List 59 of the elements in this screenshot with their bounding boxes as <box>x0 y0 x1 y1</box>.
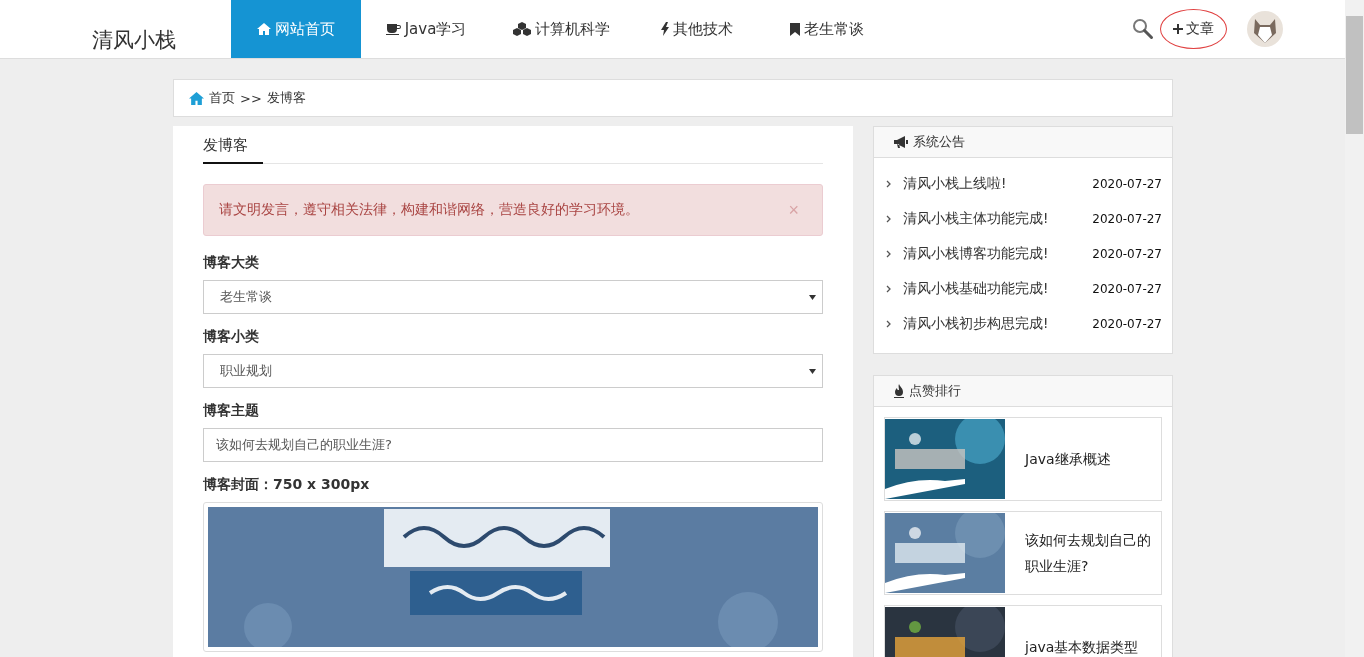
site-logo[interactable]: 清风小栈 <box>0 0 231 58</box>
search-icon[interactable] <box>1132 18 1154 40</box>
field-label: 博客小类 <box>203 328 260 346</box>
chevron-icon <box>886 214 891 223</box>
notice-date: 2020-07-27 <box>1092 246 1162 261</box>
ranking-item[interactable]: java基本数据类型 <box>884 605 1162 657</box>
notice-item[interactable]: 清风小栈上线啦! 2020-07-27 <box>886 166 1162 201</box>
card-title: 点赞排行 <box>909 382 961 400</box>
breadcrumb-link[interactable]: 首页 <box>209 89 235 107</box>
notice-item[interactable]: 清风小栈基础功能完成! 2020-07-27 <box>886 271 1162 306</box>
nav-tab[interactable]: 计算机科学 <box>491 0 632 58</box>
alert-text: 请文明发言，遵守相关法律，构建和谐网络，营造良好的学习环境。 <box>219 201 639 219</box>
chevron-icon <box>886 319 891 328</box>
caret-icon <box>809 294 816 300</box>
cubes-icon <box>513 22 531 36</box>
article-title: 该如何去规划自己的职业生涯? <box>1025 531 1152 576</box>
home-icon <box>257 23 271 35</box>
bookmark-icon <box>790 22 800 36</box>
notice-item[interactable]: 清风小栈博客功能完成! 2020-07-27 <box>886 236 1162 271</box>
notice-title: 清风小栈上线啦! <box>903 174 1008 193</box>
breadcrumb-separator: >> <box>240 90 262 106</box>
notice-item[interactable]: 清风小栈主体功能完成! 2020-07-27 <box>886 201 1162 236</box>
form-tab[interactable]: 发博客 <box>203 134 263 164</box>
article-title: Java继承概述 <box>1025 450 1112 469</box>
field-label: 博客主题 <box>203 402 260 420</box>
notice-title: 清风小栈基础功能完成! <box>903 279 1050 298</box>
chevron-icon <box>886 179 891 188</box>
cup-icon <box>385 23 401 35</box>
nav-tab[interactable]: 其他技术 <box>632 0 762 58</box>
plus-icon <box>1173 24 1183 34</box>
field-label: 博客大类 <box>203 254 260 272</box>
notice-item[interactable]: 清风小栈初步构思完成! 2020-07-27 <box>886 306 1162 341</box>
avatar[interactable] <box>1247 11 1283 47</box>
chevron-icon <box>886 249 891 258</box>
notice-date: 2020-07-27 <box>1092 316 1162 331</box>
caret-icon <box>809 368 816 374</box>
notice-title: 清风小栈博客功能完成! <box>903 244 1050 263</box>
notice-date: 2020-07-27 <box>1092 281 1162 296</box>
field-label: 博客封面：750 x 300px <box>203 476 371 494</box>
megaphone-icon <box>894 136 908 148</box>
input-field[interactable]: 该如何去规划自己的职业生涯? <box>203 428 823 462</box>
card-title: 系统公告 <box>913 133 965 151</box>
ranking-item[interactable]: Java继承概述 <box>884 417 1162 501</box>
bolt-icon <box>661 22 669 36</box>
home-icon <box>189 91 204 105</box>
notice-date: 2020-07-27 <box>1092 211 1162 226</box>
article-title: java基本数据类型 <box>1025 638 1140 657</box>
nav-tab[interactable]: Java学习 <box>361 0 491 58</box>
chevron-icon <box>886 284 891 293</box>
notice-date: 2020-07-27 <box>1092 176 1162 191</box>
ranking-item[interactable]: 该如何去规划自己的职业生涯? <box>884 511 1162 595</box>
new-article-button[interactable]: 文章 <box>1160 9 1227 49</box>
select-field[interactable]: 老生常谈 <box>203 280 823 314</box>
breadcrumb-current: 发博客 <box>266 89 306 107</box>
flame-icon <box>894 384 904 398</box>
notice-title: 清风小栈初步构思完成! <box>903 314 1050 333</box>
select-field[interactable]: 职业规划 <box>203 354 823 388</box>
nav-tab[interactable]: 老生常谈 <box>762 0 892 58</box>
notice-title: 清风小栈主体功能完成! <box>903 209 1050 228</box>
